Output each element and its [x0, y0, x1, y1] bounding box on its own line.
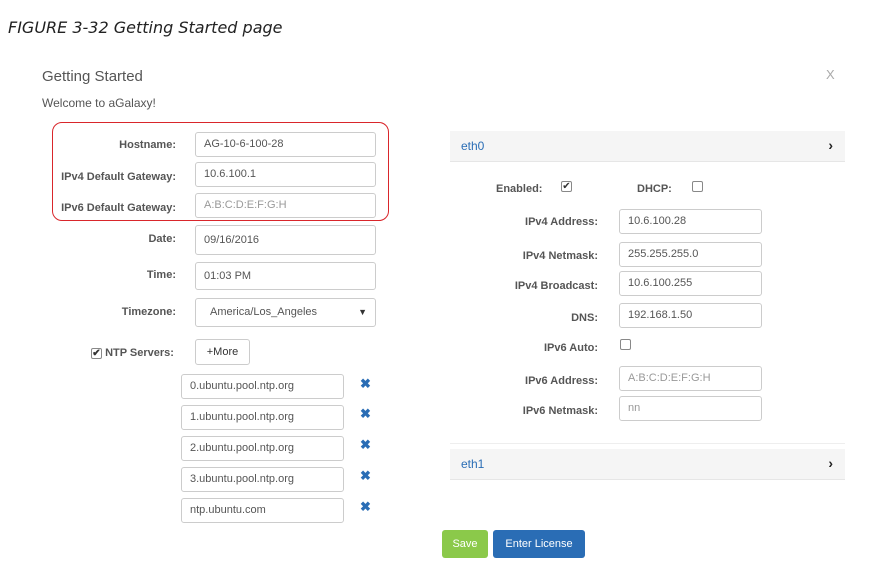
more-ntp-button[interactable]: +More [195, 339, 250, 365]
ipv6-gateway-label: IPv6 Default Gateway: [61, 202, 176, 214]
eth0-panel-header[interactable]: eth0 › [450, 131, 845, 162]
dns-label: DNS: [571, 312, 598, 324]
ipv6-address-label: IPv6 Address: [525, 375, 598, 387]
ipv4-address-label: IPv4 Address: [525, 216, 598, 228]
ntp-checkbox[interactable] [91, 347, 102, 359]
eth1-title: eth1 [461, 457, 485, 471]
ipv4-address-input[interactable]: 10.6.100.28 [619, 209, 762, 234]
dns-input[interactable]: 192.168.1.50 [619, 303, 762, 328]
ipv6-auto-checkbox[interactable] [620, 339, 631, 350]
ipv6-address-input[interactable]: A:B:C:D:E:F:G:H [619, 366, 762, 391]
ntp-server-input-1[interactable]: 0.ubuntu.pool.ntp.org [181, 374, 344, 399]
figure-caption: FIGURE 3-32 Getting Started page [8, 18, 283, 37]
date-input[interactable]: 09/16/2016 [195, 225, 376, 255]
remove-icon[interactable]: ✖ [360, 499, 371, 515]
ipv6-netmask-input[interactable]: nn [619, 396, 762, 421]
remove-icon[interactable]: ✖ [360, 437, 371, 453]
date-label: Date: [148, 233, 176, 245]
enabled-label: Enabled: [496, 183, 543, 195]
ipv4-netmask-label: IPv4 Netmask: [522, 250, 598, 262]
remove-icon[interactable]: ✖ [360, 468, 371, 484]
ipv4-netmask-input[interactable]: 255.255.255.0 [619, 242, 762, 267]
ipv6-gateway-input[interactable]: A:B:C:D:E:F:G:H [195, 193, 376, 218]
hostname-label: Hostname: [119, 139, 176, 151]
eth0-title: eth0 [461, 139, 485, 153]
ntp-servers-toggle[interactable]: NTP Servers: [91, 347, 174, 359]
dialog-title: Getting Started [42, 68, 143, 85]
enter-license-button[interactable]: Enter License [493, 530, 585, 558]
ipv4-gateway-input[interactable]: 10.6.100.1 [195, 162, 376, 187]
ntp-servers-label: NTP Servers: [105, 347, 174, 359]
ipv4-broadcast-input[interactable]: 10.6.100.255 [619, 271, 762, 296]
remove-icon[interactable]: ✖ [360, 406, 371, 422]
close-button[interactable]: X [826, 67, 835, 82]
eth1-panel-header[interactable]: eth1 › [450, 449, 845, 480]
dhcp-label: DHCP: [637, 183, 672, 195]
ipv4-gateway-label: IPv4 Default Gateway: [61, 171, 176, 183]
dhcp-checkbox[interactable] [692, 181, 703, 192]
timezone-value: America/Los_Angeles [210, 306, 318, 318]
ntp-server-input-4[interactable]: 3.ubuntu.pool.ntp.org [181, 467, 344, 492]
remove-icon[interactable]: ✖ [360, 376, 371, 392]
chevron-right-icon: › [828, 455, 833, 471]
caret-down-icon: ▼ [358, 307, 367, 317]
save-button[interactable]: Save [442, 530, 488, 558]
timezone-label: Timezone: [121, 306, 176, 318]
ipv6-auto-label: IPv6 Auto: [544, 342, 598, 354]
hostname-input[interactable]: AG-10-6-100-28 [195, 132, 376, 157]
time-input[interactable]: 01:03 PM [195, 262, 376, 290]
ntp-server-input-2[interactable]: 1.ubuntu.pool.ntp.org [181, 405, 344, 430]
ipv4-broadcast-label: IPv4 Broadcast: [514, 280, 598, 292]
ipv6-netmask-label: IPv6 Netmask: [522, 405, 598, 417]
timezone-select[interactable]: America/Los_Angeles ▼ [195, 298, 376, 327]
ntp-server-input-5[interactable]: ntp.ubuntu.com [181, 498, 344, 523]
chevron-right-icon: › [828, 137, 833, 153]
enabled-checkbox[interactable] [561, 181, 572, 192]
time-label: Time: [146, 269, 176, 281]
welcome-text: Welcome to aGalaxy! [42, 96, 156, 110]
ntp-server-input-3[interactable]: 2.ubuntu.pool.ntp.org [181, 436, 344, 461]
